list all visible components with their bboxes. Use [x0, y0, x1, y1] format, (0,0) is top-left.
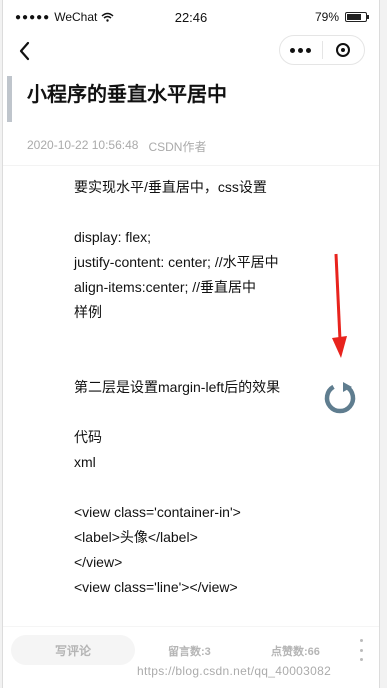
body-line: display: flex;	[74, 229, 152, 245]
more-vertical-icon[interactable]	[357, 639, 365, 661]
article-meta: 2020-10-22 10:56:48 CSDN作者	[27, 138, 206, 155]
battery-percent: 79%	[314, 10, 339, 24]
battery-fill	[347, 14, 362, 20]
chevron-left-icon	[19, 41, 30, 61]
more-button[interactable]	[280, 36, 322, 64]
navigation-bar	[3, 32, 379, 72]
target-circle-icon	[336, 43, 351, 57]
article-author: CSDN作者	[148, 140, 207, 154]
body-line: <view class='container-in'>	[74, 504, 241, 520]
annotation-arrow	[332, 253, 347, 358]
more-dots-icon	[290, 47, 312, 53]
phone-screen: ●●●●● WeChat 22:46 79% 小程序的垂直水平居中 2020-1…	[3, 0, 379, 688]
article-date: 2020-10-22 10:56:48	[27, 138, 139, 152]
body-line: 要实现水平/垂直居中，css设置	[74, 179, 267, 195]
body-line	[74, 200, 280, 225]
body-line: <label>头像</label>	[74, 529, 198, 545]
body-line: <view class='line'></view>	[74, 579, 238, 595]
status-right: 79%	[314, 10, 369, 24]
title-accent-bar	[7, 76, 12, 122]
body-line: </view>	[74, 554, 123, 570]
status-bar: ●●●●● WeChat 22:46 79%	[3, 0, 379, 32]
like-count[interactable]: 点赞数:66	[271, 643, 320, 659]
reload-icon[interactable]	[322, 380, 358, 416]
body-line	[74, 350, 280, 375]
comment-count: 留言数:3	[168, 646, 211, 658]
article-body: 要实现水平/垂直居中，css设置 display: flex; justify-…	[74, 175, 280, 600]
body-line: justify-content: center; //水平居中	[74, 254, 279, 270]
mini-program-capsule	[279, 35, 365, 65]
divider	[3, 165, 379, 166]
watermark-text: https://blog.csdn.net/qq_40003082	[137, 664, 332, 678]
article-title: 小程序的垂直水平居中	[27, 84, 227, 106]
back-button[interactable]	[11, 37, 39, 65]
write-comment-button[interactable]: 写评论	[11, 635, 135, 665]
body-line	[74, 475, 280, 500]
body-line: 样例	[74, 304, 102, 320]
close-button[interactable]	[323, 36, 365, 64]
body-line: 代码	[74, 429, 102, 445]
body-line	[74, 400, 280, 425]
body-line	[74, 325, 280, 350]
body-line: xml	[74, 454, 96, 470]
body-line: 第二层是设置margin-left后的效果	[74, 379, 281, 395]
article-header: 小程序的垂直水平居中	[3, 76, 379, 122]
body-line: align-items:center; //垂直居中	[74, 279, 257, 295]
battery-icon	[345, 12, 369, 22]
